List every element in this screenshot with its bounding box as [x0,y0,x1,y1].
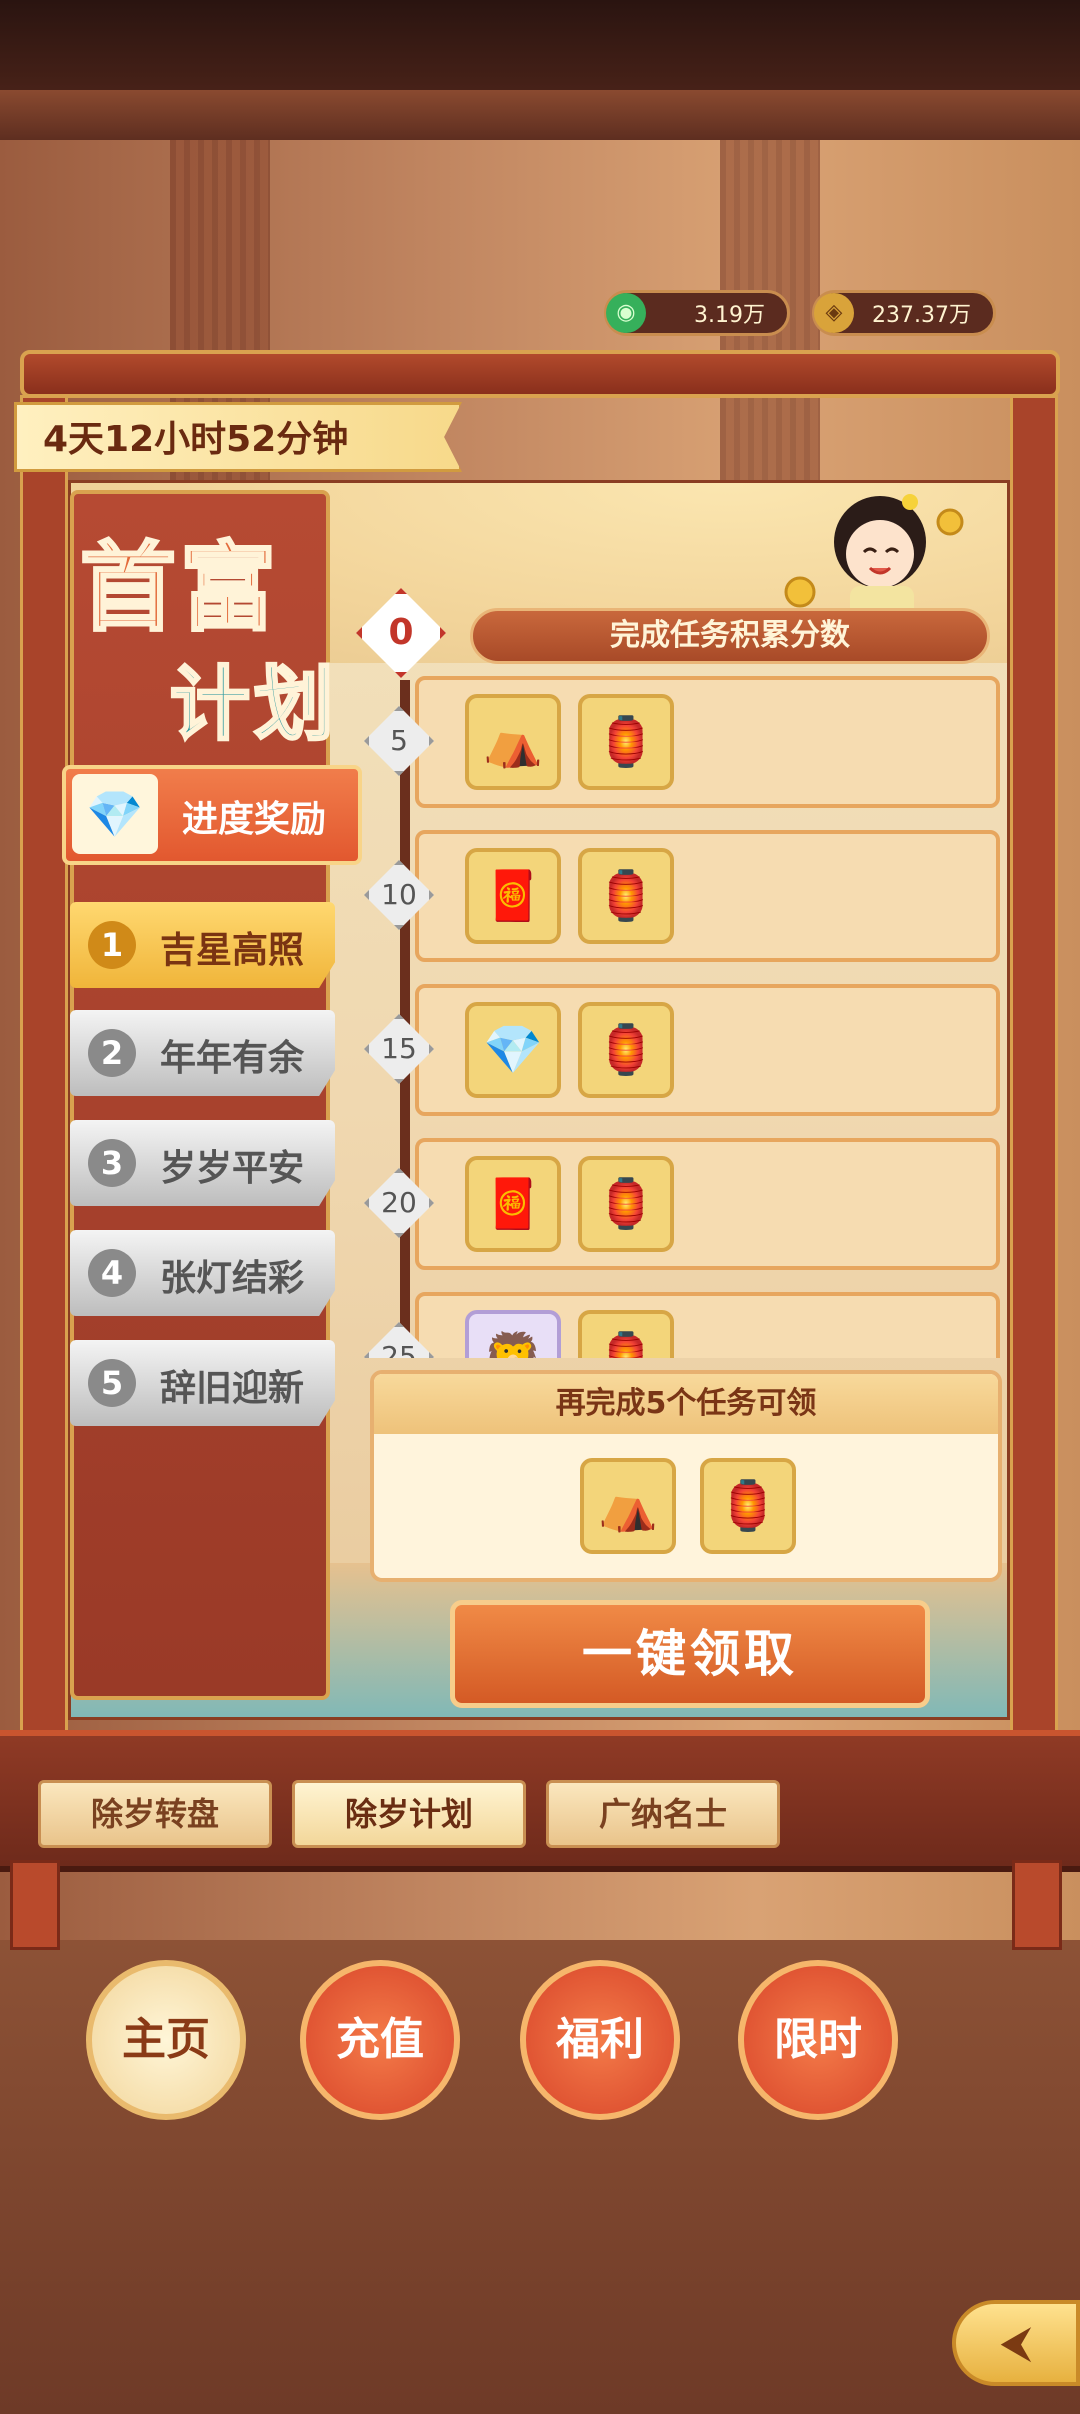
back-button[interactable]: ⮜ [952,2300,1080,2386]
claim-all-button[interactable]: 一键领取 [450,1600,930,1708]
reward-list[interactable]: 5 ⛺ 🏮 10 🧧 🏮 15 💎 🏮 20 🧧 🏮 25 🦁 🏮 [350,660,1010,1358]
red-lantern-bag-icon[interactable]: 🏮 [578,694,674,790]
red-envelope-icon[interactable]: 🧧 [465,1156,561,1252]
frame-top-beam [20,350,1060,398]
nav-tab-label: 辞旧迎新 [160,1368,305,1409]
red-lantern-bag-icon[interactable]: 🏮 [578,1002,674,1098]
nav-tab-label: 吉星高照 [160,930,305,971]
plaque-tab-plan[interactable]: 除岁计划 [292,1780,526,1848]
nav-welfare-button[interactable]: 福利 [520,1960,680,2120]
red-lantern-bag-icon[interactable]: 🏮 [700,1458,796,1554]
nav-tab-label: 张灯结彩 [160,1258,305,1299]
lion-mascot-icon[interactable]: 🦁 [465,1310,561,1358]
score-label-banner: 完成任务积累分数 [470,608,990,664]
next-reward-label: 再完成5个任务可领 [374,1374,998,1434]
nav-tab-number: 1 [88,921,136,969]
jade-currency-value: 3.19万 [694,303,765,328]
event-title-line2: 计划 [169,657,338,753]
roof-beam [0,90,1080,144]
plaque-tab-turntable[interactable]: 除岁转盘 [38,1780,272,1848]
event-countdown: 4天12小时52分钟 [14,402,462,472]
event-title-line1: 首富 [79,531,280,646]
frame-leg [1012,1860,1062,1950]
red-lantern-bag-icon[interactable]: 🏮 [578,848,674,944]
nav-tab-label: 年年有余 [160,1038,305,1079]
crystal-gem-icon[interactable]: 💎 [465,1002,561,1098]
nav-tab-number: 5 [88,1359,136,1407]
nav-tab-number: 4 [88,1249,136,1297]
tent-icon[interactable]: ⛺ [580,1458,676,1554]
red-envelope-icon[interactable]: 🧧 [465,848,561,944]
progress-reward-label: 进度奖励 [182,799,327,840]
crystal-gem-icon: 💎 [72,774,158,854]
frame-leg [10,1860,60,1950]
copper-currency-value: 237.37万 [872,303,971,328]
plaque-tab-recruit[interactable]: 广纳名士 [546,1780,780,1848]
nav-tab-number: 2 [88,1029,136,1077]
tent-icon[interactable]: ⛺ [465,694,561,790]
frame-right-post [1010,395,1058,1745]
nav-limited-button[interactable]: 限时 [738,1960,898,2120]
nav-tab-label: 岁岁平安 [160,1148,305,1189]
nav-recharge-button[interactable]: 充值 [300,1960,460,2120]
nav-tab-number: 3 [88,1139,136,1187]
red-lantern-bag-icon[interactable]: 🏮 [578,1156,674,1252]
red-lantern-bag-icon[interactable]: 🏮 [578,1310,674,1358]
next-reward-panel: 再完成5个任务可领 ⛺ 🏮 [370,1370,1002,1582]
frame-left-post [20,395,68,1745]
copper-coin-icon: ◈ [814,293,854,333]
jade-coin-icon: ◉ [606,293,646,333]
nav-home-button[interactable]: 主页 [86,1960,246,2120]
back-arrow-icon: ⮜ [1000,2317,1032,2368]
